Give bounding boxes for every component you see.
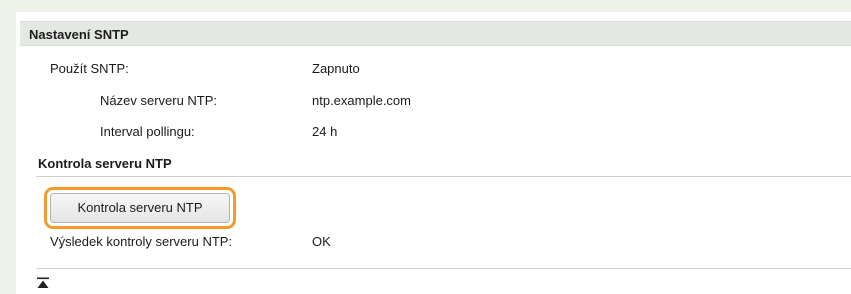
bottom-divider <box>36 268 851 269</box>
polling-interval-value: 24 h <box>312 124 338 139</box>
section-title: Nastavení SNTP <box>29 27 129 42</box>
subsection-divider <box>36 176 851 177</box>
polling-interval-label: Interval pollingu: <box>100 124 195 139</box>
ntp-server-name-value: ntp.example.com <box>312 93 411 108</box>
check-ntp-server-button[interactable]: Kontrola serveru NTP <box>50 193 230 223</box>
ntp-check-title: Kontrola serveru NTP <box>38 156 172 171</box>
ntp-server-name-label: Název serveru NTP: <box>100 93 218 108</box>
back-to-top-icon[interactable] <box>36 276 50 290</box>
use-sntp-value: Zapnuto <box>312 61 360 76</box>
use-sntp-label: Použít SNTP: <box>50 61 129 76</box>
ntp-check-result-label: Výsledek kontroly serveru NTP: <box>50 234 233 249</box>
ntp-check-result-value: OK <box>312 234 331 249</box>
sntp-settings-panel: Nastavení SNTP Použít SNTP: Zapnuto Náze… <box>16 12 851 294</box>
section-header: Nastavení SNTP <box>20 21 851 46</box>
